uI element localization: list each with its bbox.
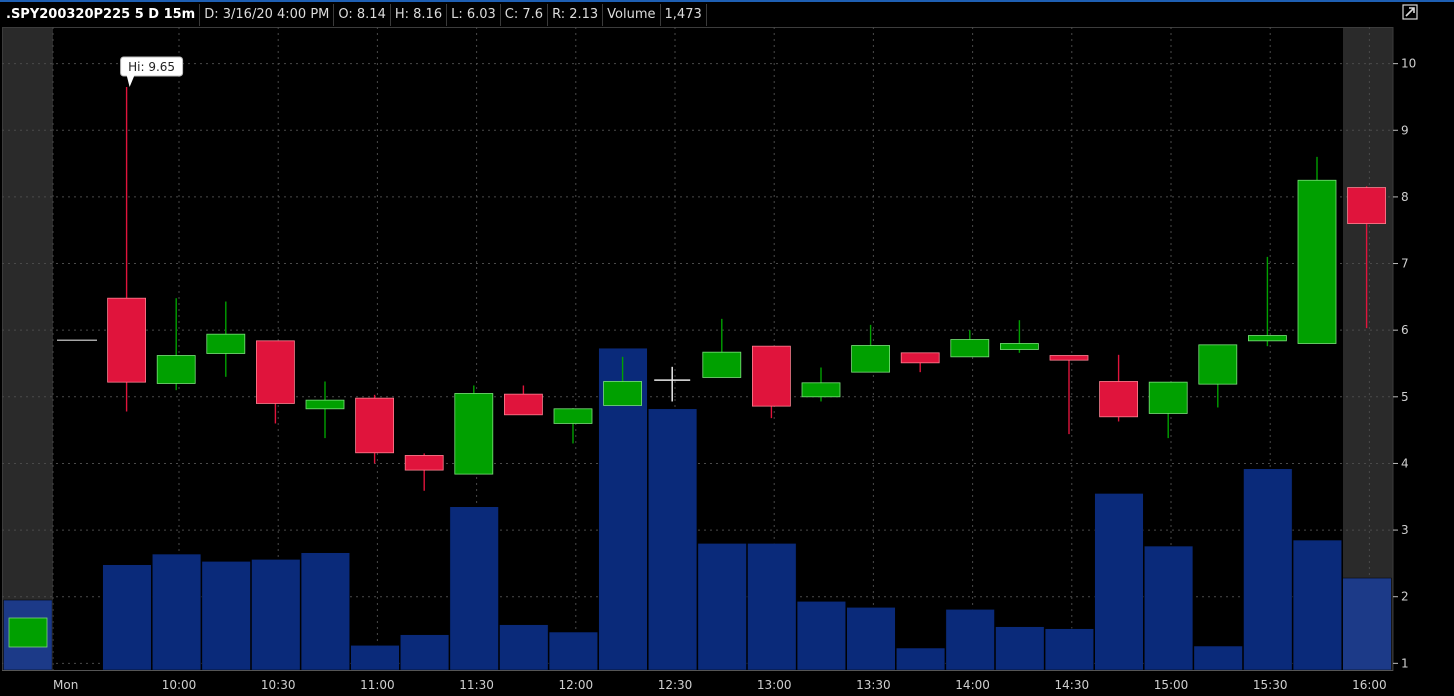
volume-bar <box>995 626 1045 671</box>
volume-bar <box>896 647 946 671</box>
x-tick-label: 10:30 <box>261 678 296 692</box>
candlestick-chart[interactable]: Hi: 9.65 1 2 3 4 5 6 7 8 9 10 Mon 10:00 10:30 11:00 11… <box>0 0 1454 696</box>
candle-up[interactable] <box>950 339 990 358</box>
x-tick-label: 13:00 <box>757 678 792 692</box>
candle-up[interactable] <box>1248 335 1287 342</box>
volume-bar <box>697 543 747 671</box>
candle-up[interactable] <box>206 333 246 354</box>
y-tick-label: 8 <box>1401 190 1409 204</box>
volume-bar <box>1193 645 1243 671</box>
candle-up[interactable] <box>603 381 642 406</box>
y-tick-label: 10 <box>1401 57 1416 71</box>
volume-bar <box>152 553 202 671</box>
y-tick-label: 1 <box>1401 656 1409 670</box>
volume-bar <box>846 607 896 671</box>
candle-up[interactable] <box>702 351 742 378</box>
volume-bar <box>1044 628 1094 671</box>
volume-bar <box>400 634 450 671</box>
y-tick-label: 7 <box>1401 257 1409 271</box>
candle-down[interactable] <box>1099 381 1138 418</box>
extended-hours-shade-left <box>3 27 53 670</box>
y-tick-label: 2 <box>1401 590 1409 604</box>
volume-bar <box>1094 493 1144 671</box>
x-tick-label: 13:30 <box>856 678 891 692</box>
x-tick-label: 10:00 <box>162 678 197 692</box>
candle-up[interactable] <box>851 345 890 373</box>
y-tick-label: 4 <box>1401 456 1409 470</box>
high-annotation-text: Hi: 9.65 <box>128 60 175 74</box>
y-tick-label: 6 <box>1401 323 1409 337</box>
volume-bar <box>1243 468 1293 671</box>
volume-bar <box>300 552 350 671</box>
x-tick-label: 12:00 <box>559 678 594 692</box>
volume-bar <box>945 609 995 671</box>
candle-up[interactable] <box>1000 343 1039 350</box>
y-tick-label: 3 <box>1401 523 1409 537</box>
x-tick-label: 15:00 <box>1154 678 1189 692</box>
candle-up[interactable] <box>553 408 593 424</box>
x-tick-label: 14:00 <box>955 678 990 692</box>
candle-down[interactable] <box>107 297 146 383</box>
candle-up[interactable] <box>305 399 345 410</box>
volume-bar <box>201 561 251 671</box>
volume-bar <box>102 564 152 671</box>
candle-up[interactable] <box>1297 179 1337 344</box>
volume-bar <box>350 645 400 671</box>
candle-down[interactable] <box>355 397 395 454</box>
candle-up[interactable] <box>1148 381 1188 414</box>
x-tick-label: 11:30 <box>459 678 494 692</box>
candle-down[interactable] <box>1049 355 1089 361</box>
candle-down[interactable] <box>404 455 444 471</box>
volume-bar <box>1342 577 1392 671</box>
x-tick-label: 12:30 <box>658 678 693 692</box>
candle-down[interactable] <box>503 393 543 416</box>
y-tick-label: 5 <box>1401 390 1409 404</box>
legend-swatch-up <box>8 617 48 648</box>
volume-bar <box>747 543 797 671</box>
volume-bar <box>499 624 549 671</box>
extended-hours-shade-right <box>1343 27 1393 670</box>
x-tick-label: 16:00 <box>1352 678 1387 692</box>
candle-down[interactable] <box>255 340 295 404</box>
x-tick-label: 11:00 <box>360 678 395 692</box>
high-annotation-pointer <box>126 74 135 87</box>
candle-up[interactable] <box>801 382 841 398</box>
volume-bar <box>548 631 598 671</box>
candle-down[interactable] <box>752 345 791 407</box>
x-tick-label: 15:30 <box>1253 678 1288 692</box>
volume-bar <box>1292 539 1342 671</box>
candle-down[interactable] <box>1347 187 1386 224</box>
volume-bar <box>796 601 846 671</box>
volume-bar <box>648 408 698 671</box>
x-tick-label: 14:30 <box>1055 678 1090 692</box>
candle-up[interactable] <box>454 393 494 475</box>
volume-bar <box>1144 545 1194 671</box>
candle-up[interactable] <box>156 355 196 384</box>
volume-bar <box>251 559 301 671</box>
candle-down[interactable] <box>900 352 940 364</box>
high-annotation: Hi: 9.65 <box>120 56 184 87</box>
x-tick-label: Mon <box>53 678 78 692</box>
volume-bar <box>449 506 499 671</box>
candle-up[interactable] <box>1198 344 1238 385</box>
y-tick-label: 9 <box>1401 123 1409 137</box>
